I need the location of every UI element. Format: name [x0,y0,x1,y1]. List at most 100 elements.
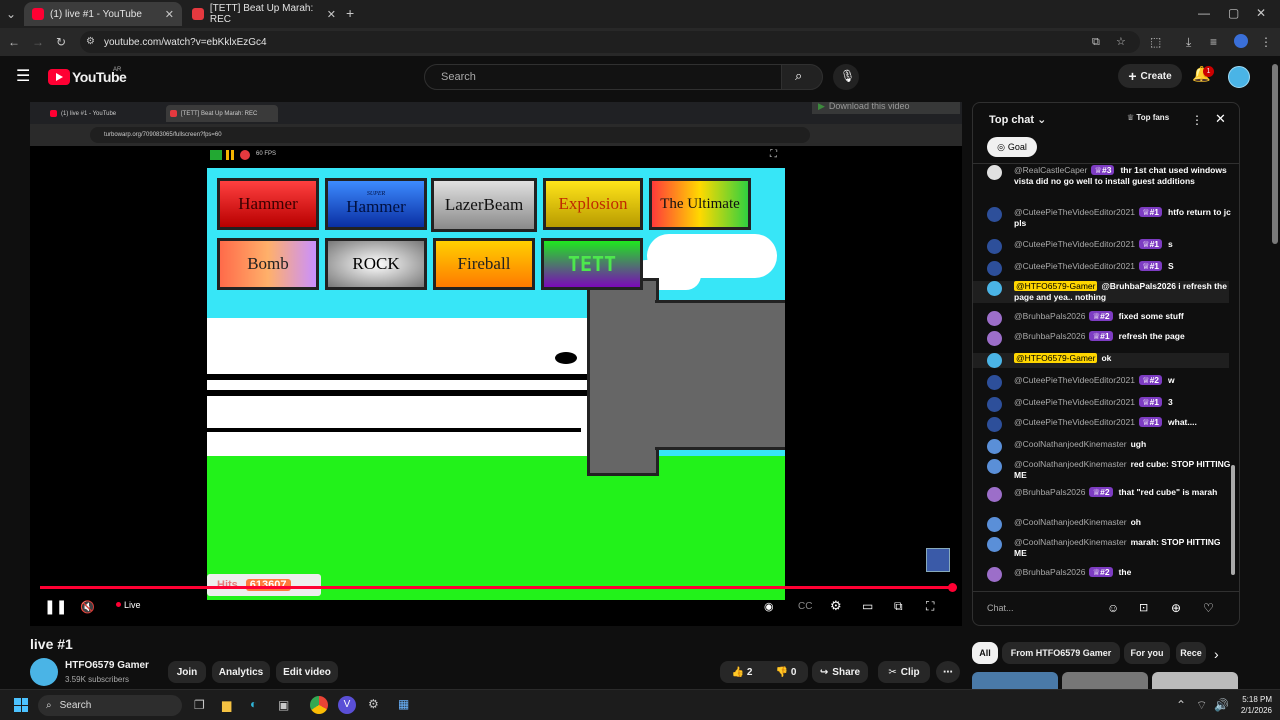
forward-icon[interactable]: → [32,35,44,49]
download-icon[interactable]: ⤓ [1186,35,1191,49]
chat-avatar[interactable] [987,239,1002,254]
emoji-icon[interactable]: ☺ [1107,601,1119,615]
cast-icon[interactable]: ⧉ [894,599,903,613]
weapon-explosion-button[interactable]: Explosion [543,178,643,230]
analytics-button[interactable]: Analytics [212,661,270,683]
windows-start-icon[interactable] [14,698,28,712]
tab-list-icon[interactable]: ⌄ [6,7,16,21]
chat-scrollbar[interactable] [1231,165,1235,585]
filter-chip[interactable]: For you [1124,642,1170,664]
filter-chip[interactable]: From HTFO6579 Gamer [1002,642,1120,664]
chat-author[interactable]: @CoolNathanjoedKinemaster [1014,459,1127,469]
chat-author[interactable]: @CuteePieTheVideoEditor2021 [1014,261,1135,271]
like-button[interactable]: 👍 2 [732,667,753,678]
account-avatar[interactable] [1228,66,1250,88]
chat-avatar[interactable] [987,537,1002,552]
chat-avatar[interactable] [987,207,1002,222]
chat-input[interactable]: Chat... [987,599,1107,617]
chat-menu-icon[interactable]: ⋮ [1191,113,1203,127]
chevron-right-icon[interactable]: › [1214,646,1219,662]
youtube-logo-icon[interactable] [48,69,70,85]
create-button[interactable]: + Create [1118,64,1182,88]
live-label[interactable]: Live [124,600,141,610]
chat-avatar[interactable] [987,487,1002,502]
chat-author[interactable]: @CuteePieTheVideoEditor2021 [1014,397,1135,407]
taskbar-clock[interactable]: 5:18 PM 2/1/2026 [1232,694,1272,716]
chat-author[interactable]: @CoolNathanjoedKinemaster [1014,537,1127,547]
video-player[interactable]: (1) live #1 - YouTube [TETT] Beat Up Mar… [30,102,962,626]
voice-search-button[interactable]: 🎙 [833,64,859,90]
reload-icon[interactable]: ↻ [56,35,66,49]
search-input[interactable]: Search [424,64,782,90]
chat-avatar[interactable] [987,375,1002,390]
weapon-rock-button[interactable]: ROCK [325,238,427,290]
new-tab-icon[interactable]: + [346,6,354,20]
site-info-icon[interactable]: ⚙ [86,35,95,49]
chat-avatar[interactable] [987,261,1002,276]
chat-avatar[interactable] [987,567,1002,582]
join-button[interactable]: Join [168,661,206,683]
chat-author[interactable]: @RealCastleCaper [1014,165,1087,175]
fullscreen-toggle-icon[interactable]: ⛶ [770,149,777,160]
game-stage[interactable]: Hammer SUPER Hammer LazerBeam Explosion … [207,168,785,600]
chat-avatar[interactable] [987,281,1002,296]
chat-author[interactable]: @HTFO6579-Gamer [1014,353,1098,363]
mute-icon[interactable]: 🔇 [80,600,95,614]
download-video-overlay[interactable]: ▶ Download this video [812,102,960,114]
pause-button[interactable]: ❚❚ [44,599,67,613]
profile-avatar[interactable] [1234,34,1248,48]
filter-chip[interactable]: All [972,642,998,664]
task-view-icon[interactable]: ❐ [194,698,205,712]
pause-icon[interactable] [226,150,234,160]
weapon-super-hammer-button[interactable]: SUPER Hammer [325,178,427,230]
chat-avatar[interactable] [987,439,1002,454]
tray-chevron-icon[interactable]: ⌃ [1176,698,1186,712]
weapon-the-ultimate-button[interactable]: The Ultimate [649,178,751,230]
theater-mode-icon[interactable]: ▭ [862,599,873,613]
chat-author[interactable]: @CuteePieTheVideoEditor2021 [1014,417,1135,427]
chat-avatar[interactable] [987,331,1002,346]
weapon-hammer-button[interactable]: Hammer [217,178,319,230]
chat-author[interactable]: @CoolNathanjoedKinemaster [1014,439,1127,449]
search-button[interactable]: ⌕ [781,64,823,90]
top-fans-button[interactable]: ♕ Top fans [1127,113,1169,122]
file-explorer-icon[interactable]: ▆ [222,698,231,712]
filter-chip[interactable]: Rece [1176,642,1206,664]
taskbar-search[interactable]: ⌕ Search [38,695,182,716]
close-window-icon[interactable]: ✕ [1256,6,1266,20]
autoplay-toggle-icon[interactable]: ◉ [764,600,774,614]
chat-avatar[interactable] [987,311,1002,326]
edge-icon[interactable]: ◐ [250,697,257,711]
store-icon[interactable]: ▣ [278,698,289,712]
close-chat-icon[interactable]: ✕ [1215,112,1226,126]
goal-chip[interactable]: ◎ Goal [987,137,1037,157]
weapon-bomb-button[interactable]: Bomb [217,238,319,290]
cast-icon[interactable]: ⧉ [1092,35,1100,49]
chat-author[interactable]: @CuteePieTheVideoEditor2021 [1014,239,1135,249]
app-icon[interactable]: ⚙ [368,697,379,711]
channel-watermark[interactable] [926,548,950,572]
app-v-icon[interactable]: V [338,696,356,714]
app-icon[interactable]: ▦ [398,697,409,711]
recommendation-thumbnail[interactable] [1062,672,1148,689]
settings-gear-icon[interactable]: ⚙ [830,599,842,613]
bookmark-star-icon[interactable]: ☆ [1116,35,1126,49]
clip-button[interactable]: ✂ Clip [878,661,930,683]
share-button[interactable]: ↪ Share [812,661,868,683]
close-tab-icon[interactable]: ✕ [327,8,336,21]
chat-avatar[interactable] [987,397,1002,412]
dislike-button[interactable]: 👎 0 [776,667,797,678]
extensions-icon[interactable]: ⬚ [1150,35,1161,49]
chat-avatar[interactable] [987,353,1002,368]
maximize-icon[interactable]: ▢ [1228,6,1239,20]
channel-name[interactable]: HTFO6579 Gamer [65,660,149,671]
chat-author[interactable]: @CuteePieTheVideoEditor2021 [1014,375,1135,385]
chat-avatar[interactable] [987,165,1002,180]
back-icon[interactable]: ← [8,35,20,49]
chat-author[interactable]: @HTFO6579-Gamer [1014,281,1098,291]
chat-avatar[interactable] [987,459,1002,474]
chat-author[interactable]: @BruhbaPals2026 [1014,487,1085,497]
chat-author[interactable]: @CoolNathanjoedKinemaster [1014,517,1127,527]
recommendation-thumbnail[interactable] [972,672,1058,689]
weapon-tett-button[interactable]: TETT [541,238,643,290]
